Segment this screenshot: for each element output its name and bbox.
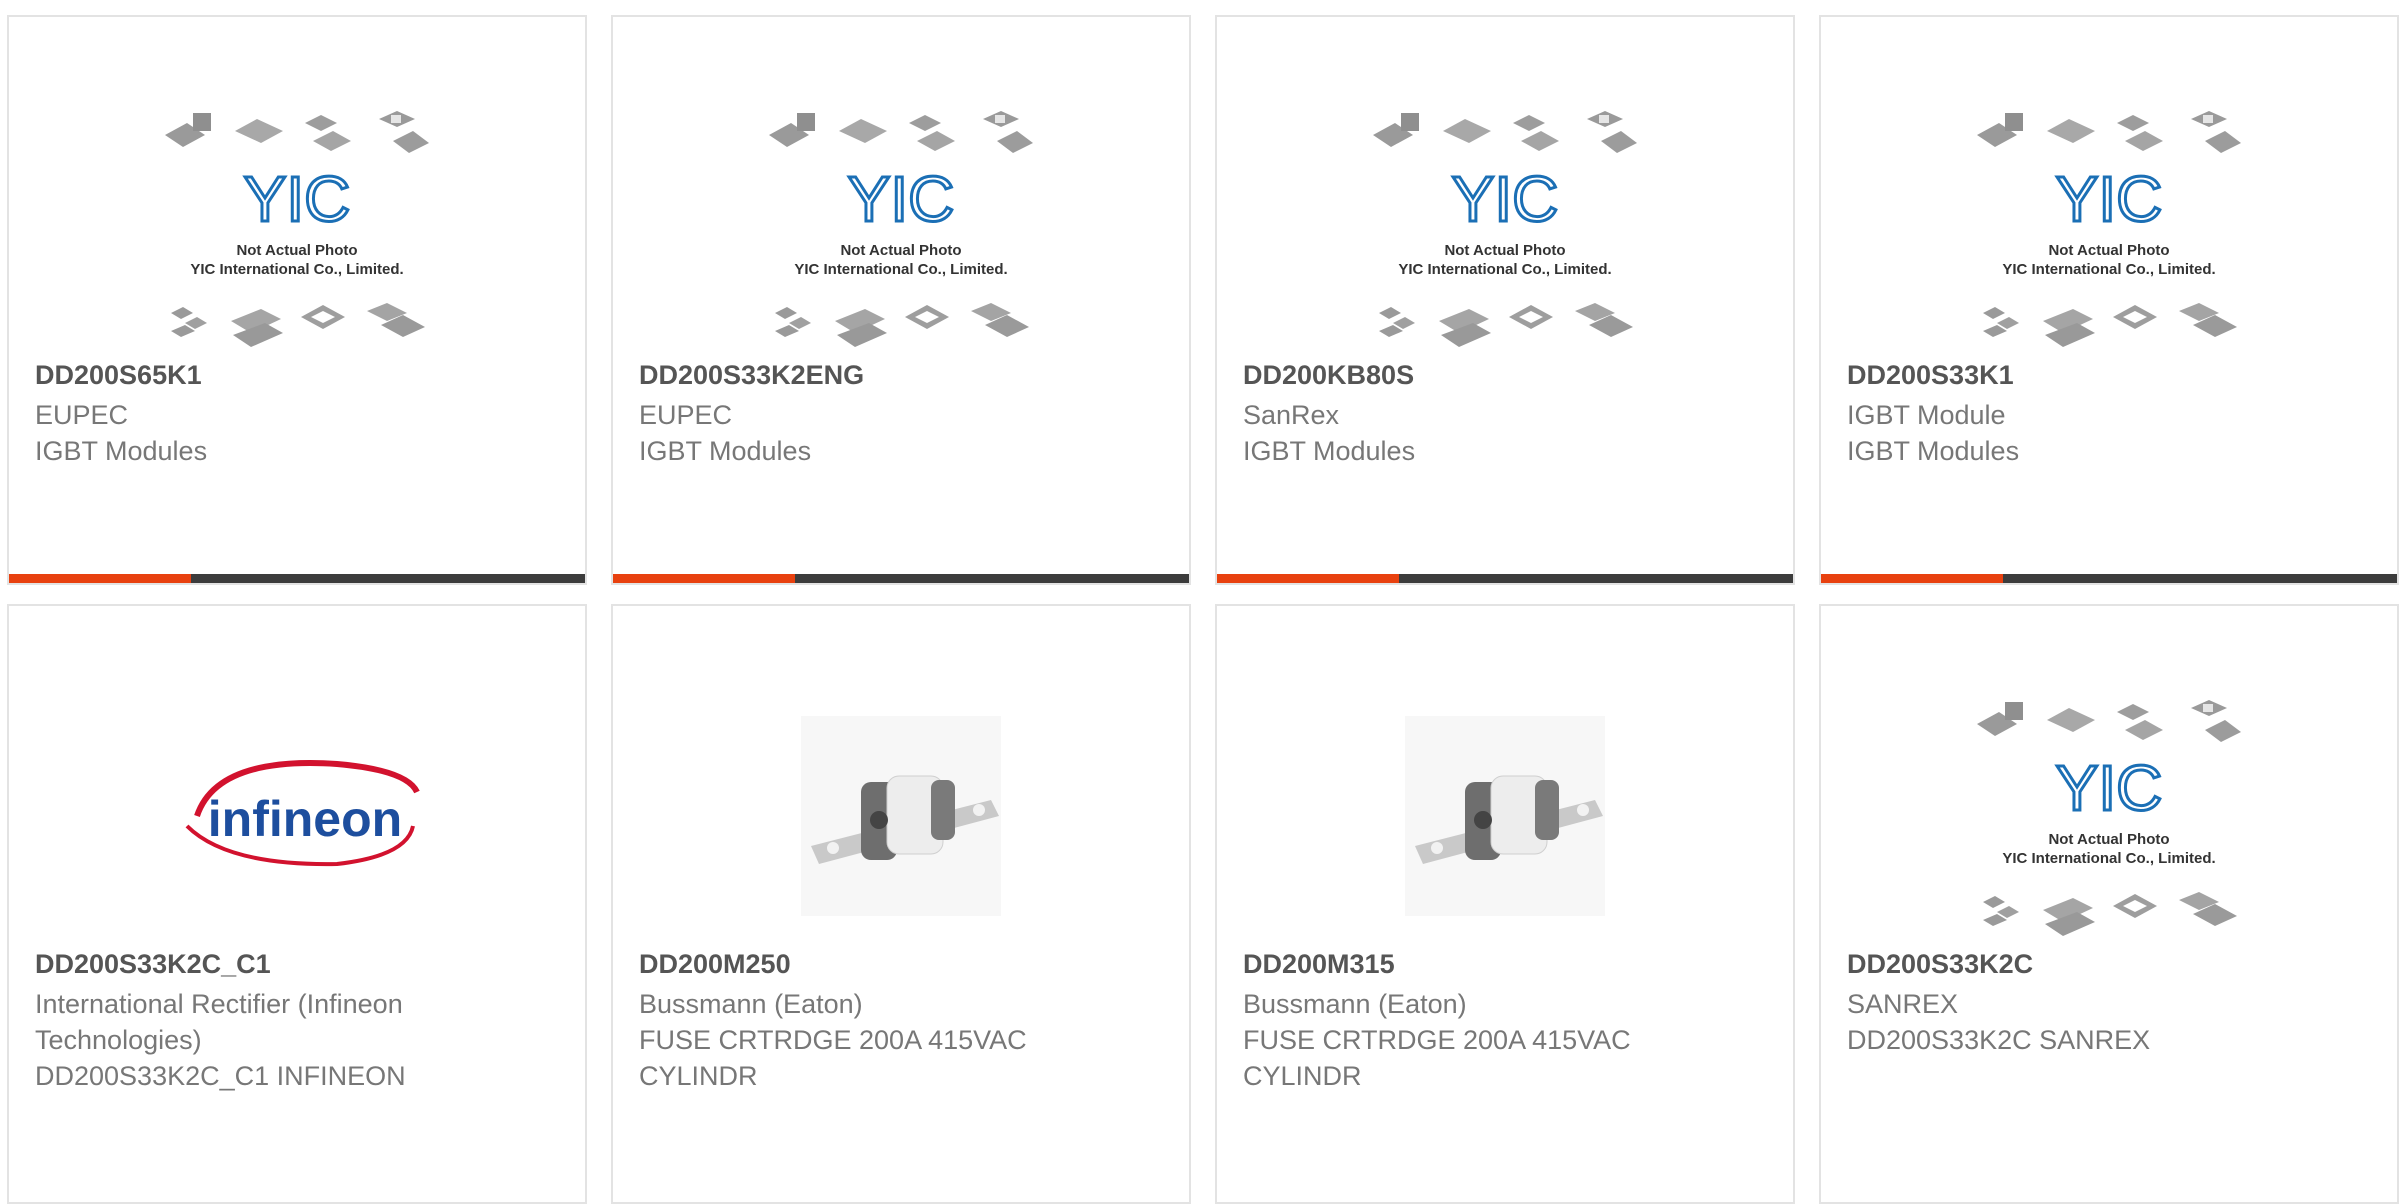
image-caption: Not Actual Photo (2048, 242, 2169, 259)
product-detail-line: International Rectifier (Infineon (35, 989, 403, 1019)
product-image (1365, 696, 1645, 956)
product-image: YIC Not Actual Photo YIC International C… (157, 107, 437, 367)
product-detail-line: EUPEC (639, 400, 733, 430)
product-detail-line: SanRex (1243, 400, 1340, 430)
yic-logo: YIC (2056, 752, 2163, 824)
product-detail-line: Technologies) (35, 1025, 202, 1055)
image-caption: Not Actual Photo (236, 242, 357, 259)
product-details: EUPEC IGBT Modules (35, 397, 555, 469)
product-card[interactable]: DD200M250 Bussmann (Eaton) FUSE CRTRDGE … (611, 604, 1191, 1204)
product-card[interactable]: YIC Not Actual Photo YIC International C… (611, 15, 1191, 585)
card-progress-bar (613, 574, 1189, 583)
product-detail-line: FUSE CRTRDGE 200A 415VAC (1243, 1025, 1631, 1055)
product-card[interactable]: YIC Not Actual Photo YIC International C… (7, 15, 587, 585)
product-details: SANREX DD200S33K2C SANREX (1847, 986, 2367, 1058)
product-image: infineon (157, 696, 437, 956)
yic-logo: YIC (1452, 163, 1559, 235)
product-part-number[interactable]: DD200S33K1 (1847, 360, 2014, 391)
product-part-number[interactable]: DD200S33K2ENG (639, 360, 864, 391)
card-progress-bar (1217, 574, 1793, 583)
product-detail-line: IGBT Module (1847, 400, 2006, 430)
product-part-number[interactable]: DD200S33K2C (1847, 949, 2033, 980)
product-details: Bussmann (Eaton) FUSE CRTRDGE 200A 415VA… (639, 986, 1159, 1094)
image-caption: YIC International Co., Limited. (190, 261, 403, 278)
yic-logo: YIC (2056, 163, 2163, 235)
product-part-number[interactable]: DD200S33K2C_C1 (35, 949, 271, 980)
card-progress-bar (1821, 574, 2397, 583)
image-caption: YIC International Co., Limited. (2002, 261, 2215, 278)
product-card[interactable]: infineon DD200S33K2C_C1 International Re… (7, 604, 587, 1204)
product-image: YIC Not Actual Photo YIC International C… (761, 107, 1041, 367)
product-details: IGBT Module IGBT Modules (1847, 397, 2367, 469)
product-detail-line: IGBT Modules (1243, 436, 1416, 466)
product-detail-line: Bussmann (Eaton) (1243, 989, 1467, 1019)
card-progress-bar (9, 574, 585, 583)
product-part-number[interactable]: DD200M250 (639, 949, 791, 980)
image-caption: YIC International Co., Limited. (1398, 261, 1611, 278)
product-grid: YIC Not Actual Photo YIC International C… (0, 0, 2400, 1204)
product-details: EUPEC IGBT Modules (639, 397, 1159, 469)
infineon-logo: infineon (185, 760, 420, 867)
svg-text:infineon: infineon (208, 791, 402, 847)
fuse-image (801, 716, 1001, 916)
product-detail-line: IGBT Modules (1847, 436, 2020, 466)
image-caption: YIC International Co., Limited. (2002, 850, 2215, 867)
product-details: SanRex IGBT Modules (1243, 397, 1763, 469)
product-detail-line: SANREX (1847, 989, 1959, 1019)
image-caption: Not Actual Photo (1444, 242, 1565, 259)
fuse-image (1405, 716, 1605, 916)
product-detail-line: FUSE CRTRDGE 200A 415VAC (639, 1025, 1027, 1055)
product-card[interactable]: YIC Not Actual Photo YIC International C… (1819, 15, 2399, 585)
product-image: YIC Not Actual Photo YIC International C… (1969, 107, 2249, 367)
product-part-number[interactable]: DD200S65K1 (35, 360, 202, 391)
product-detail-line: DD200S33K2C SANREX (1847, 1025, 2151, 1055)
product-details: International Rectifier (Infineon Techno… (35, 986, 555, 1094)
yic-logo: YIC (848, 163, 955, 235)
image-caption: Not Actual Photo (2048, 831, 2169, 848)
product-detail-line: DD200S33K2C_C1 INFINEON (35, 1061, 406, 1091)
product-detail-line: CYLINDR (639, 1061, 758, 1091)
product-detail-line: CYLINDR (1243, 1061, 1362, 1091)
yic-logo: YIC (244, 163, 351, 235)
product-image (761, 696, 1041, 956)
product-detail-line: Bussmann (Eaton) (639, 989, 863, 1019)
product-image: YIC Not Actual Photo YIC International C… (1365, 107, 1645, 367)
product-detail-line: EUPEC (35, 400, 129, 430)
product-detail-line: IGBT Modules (35, 436, 208, 466)
product-image: YIC Not Actual Photo YIC International C… (1969, 696, 2249, 956)
image-caption: Not Actual Photo (840, 242, 961, 259)
product-part-number[interactable]: DD200M315 (1243, 949, 1395, 980)
product-details: Bussmann (Eaton) FUSE CRTRDGE 200A 415VA… (1243, 986, 1763, 1094)
product-card[interactable]: YIC Not Actual Photo YIC International C… (1819, 604, 2399, 1204)
product-card[interactable]: DD200M315 Bussmann (Eaton) FUSE CRTRDGE … (1215, 604, 1795, 1204)
product-detail-line: IGBT Modules (639, 436, 812, 466)
image-caption: YIC International Co., Limited. (794, 261, 1007, 278)
product-part-number[interactable]: DD200KB80S (1243, 360, 1414, 391)
product-card[interactable]: YIC Not Actual Photo YIC International C… (1215, 15, 1795, 585)
